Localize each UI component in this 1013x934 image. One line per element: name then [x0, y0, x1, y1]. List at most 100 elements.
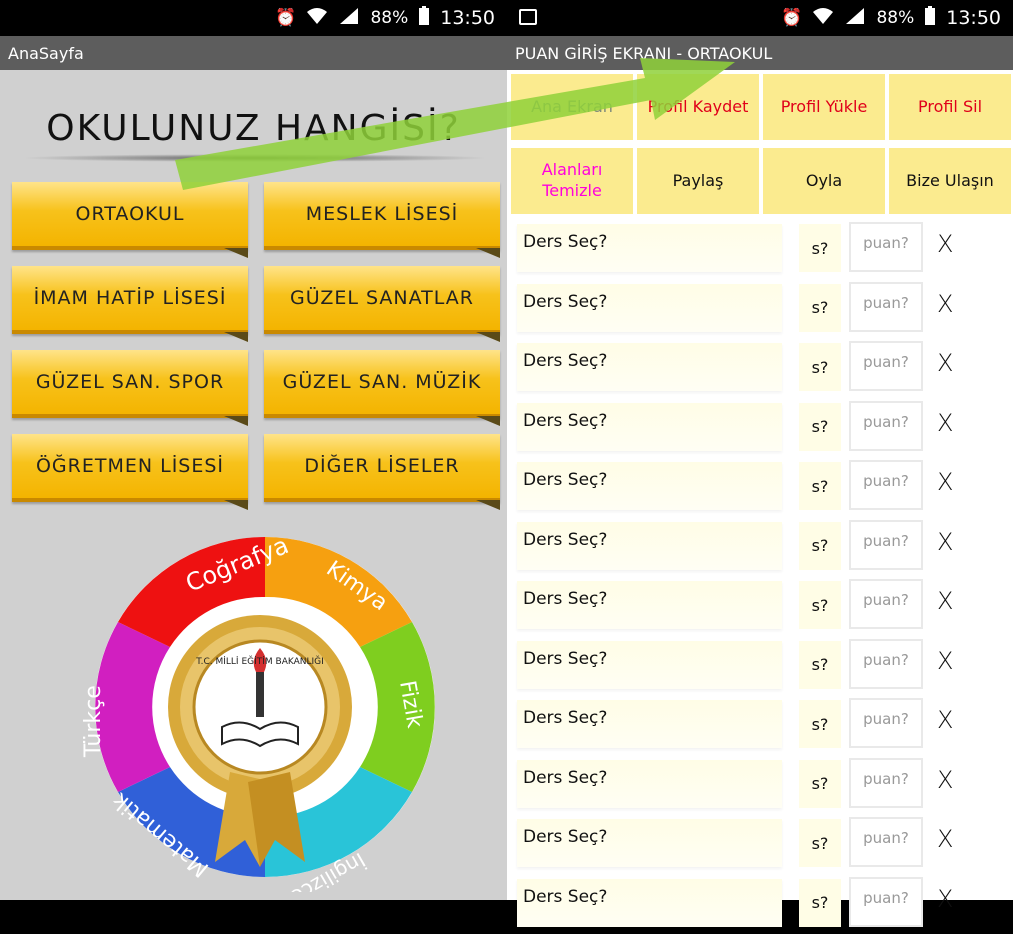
score-row: Ders Seç? s? puan? X	[507, 399, 1013, 458]
subject-select[interactable]: Ders Seç?	[517, 759, 782, 808]
score-row: Ders Seç? s? puan? X	[507, 637, 1013, 696]
score-row: Ders Seç? s? puan? X	[507, 518, 1013, 577]
save-profile-button[interactable]: Profil Kaydet	[637, 74, 759, 140]
remove-row-button[interactable]: X	[937, 230, 953, 258]
question-count-input[interactable]: s?	[799, 283, 841, 332]
clock: 13:50	[946, 7, 1001, 29]
score-input[interactable]: puan?	[849, 817, 923, 867]
remove-row-button[interactable]: X	[937, 706, 953, 734]
question-count-input[interactable]: s?	[799, 343, 841, 391]
subject-select[interactable]: Ders Seç?	[517, 224, 782, 272]
score-row: Ders Seç? s? puan? X	[507, 875, 1013, 934]
remove-row-button[interactable]: X	[937, 766, 953, 794]
score-row: Ders Seç? s? puan? X	[507, 696, 1013, 755]
question-count-input[interactable]: s?	[799, 759, 841, 808]
school-button[interactable]: MESLEK LİSESİ	[264, 182, 500, 258]
signal-icon	[844, 7, 866, 30]
score-input[interactable]: puan?	[849, 281, 923, 332]
score-input[interactable]: puan?	[849, 698, 923, 748]
score-input[interactable]: puan?	[849, 222, 923, 272]
app-title-bar: PUAN GİRİŞ EKRANI - ORTAOKUL	[507, 36, 1013, 70]
subject-select[interactable]: Ders Seç?	[517, 640, 782, 689]
load-profile-button[interactable]: Profil Yükle	[763, 74, 885, 140]
score-row: Ders Seç? s? puan? X	[507, 756, 1013, 815]
subject-select[interactable]: Ders Seç?	[517, 343, 782, 391]
app-title-bar: AnaSayfa	[0, 36, 507, 70]
subject-select[interactable]: Ders Seç?	[517, 819, 782, 867]
subject-select[interactable]: Ders Seç?	[517, 521, 782, 570]
status-bar-left: ⏰ 88% 13:50	[0, 0, 507, 36]
contact-button[interactable]: Bize Ulaşın	[889, 148, 1011, 214]
segment-label: Türkçe	[81, 685, 106, 758]
battery-icon	[418, 5, 430, 31]
question-count-input[interactable]: s?	[799, 462, 841, 510]
score-row: Ders Seç? s? puan? X	[507, 280, 1013, 339]
question-count-input[interactable]: s?	[799, 878, 841, 927]
share-button[interactable]: Paylaş	[637, 148, 759, 214]
score-input[interactable]: puan?	[849, 579, 923, 629]
remove-row-button[interactable]: X	[937, 528, 953, 556]
alarm-icon: ⏰	[781, 8, 803, 28]
clear-fields-button[interactable]: Alanları Temizle	[511, 148, 633, 214]
image-notification-icon	[519, 9, 537, 25]
score-input[interactable]: puan?	[849, 876, 923, 927]
subject-select[interactable]: Ders Seç?	[517, 402, 782, 451]
score-input[interactable]: puan?	[849, 400, 923, 451]
school-button[interactable]: GÜZEL SANATLAR	[264, 266, 500, 342]
question-count-input[interactable]: s?	[799, 819, 841, 867]
remove-row-button[interactable]: X	[937, 647, 953, 675]
alarm-icon: ⏰	[275, 8, 297, 28]
battery-percent: 88%	[876, 8, 915, 28]
subject-select[interactable]: Ders Seç?	[517, 700, 782, 748]
battery-percent: 88%	[370, 8, 409, 28]
school-button[interactable]: GÜZEL SAN. MÜZİK	[264, 350, 500, 426]
school-button[interactable]: GÜZEL SAN. SPOR	[12, 350, 248, 426]
score-input[interactable]: puan?	[849, 519, 923, 570]
menu-note-grid: Ana Ekran Profil Kaydet Profil Yükle Pro…	[507, 70, 1013, 218]
subject-select[interactable]: Ders Seç?	[517, 581, 782, 629]
remove-row-button[interactable]: X	[937, 290, 953, 318]
subject-select[interactable]: Ders Seç?	[517, 462, 782, 510]
remove-row-button[interactable]: X	[937, 468, 953, 496]
remove-row-button[interactable]: X	[937, 885, 953, 913]
school-button[interactable]: DİĞER LİSELER	[264, 434, 500, 510]
remove-row-button[interactable]: X	[937, 349, 953, 377]
subject-select[interactable]: Ders Seç?	[517, 283, 782, 332]
score-input[interactable]: puan?	[849, 638, 923, 689]
school-button-grid: ORTAOKUL MESLEK LİSESİ İMAM HATİP LİSESİ…	[12, 182, 502, 510]
home-button[interactable]: Ana Ekran	[511, 74, 633, 140]
battery-icon	[924, 5, 936, 31]
remove-row-button[interactable]: X	[937, 587, 953, 615]
score-input[interactable]: puan?	[849, 341, 923, 391]
seal-text: T.C. MİLLİ EĞİTİM BAKANLIĞI	[195, 655, 324, 667]
score-row: Ders Seç? s? puan? X	[507, 577, 1013, 636]
question-count-input[interactable]: s?	[799, 700, 841, 748]
score-entry-screen: Ana Ekran Profil Kaydet Profil Yükle Pro…	[507, 70, 1013, 927]
score-input[interactable]: puan?	[849, 757, 923, 808]
remove-row-button[interactable]: X	[937, 825, 953, 853]
subjects-emblem: Coğrafya Kimya Fizik İngilizce Matematik…	[81, 531, 435, 892]
wifi-icon	[306, 7, 328, 30]
question-count-input[interactable]: s?	[799, 521, 841, 570]
question-count-input[interactable]: s?	[799, 581, 841, 629]
score-row: Ders Seç? s? puan? X	[507, 339, 1013, 398]
delete-profile-button[interactable]: Profil Sil	[889, 74, 1011, 140]
school-selection-screen: OKULUNUZ HANGİSİ? ORTAOKUL MESLEK LİSESİ…	[0, 70, 507, 900]
page-title: PUAN GİRİŞ EKRANI - ORTAOKUL	[515, 43, 773, 63]
score-row: Ders Seç? s? puan? X	[507, 458, 1013, 517]
school-button[interactable]: ORTAOKUL	[12, 182, 248, 258]
score-input[interactable]: puan?	[849, 460, 923, 510]
school-button[interactable]: İMAM HATİP LİSESİ	[12, 266, 248, 342]
page-title: AnaSayfa	[8, 43, 84, 63]
heading-shadow	[20, 154, 490, 162]
question-count-input[interactable]: s?	[799, 224, 841, 272]
question-count-input[interactable]: s?	[799, 402, 841, 451]
score-row: Ders Seç? s? puan? X	[507, 220, 1013, 279]
school-button[interactable]: ÖĞRETMEN LİSESİ	[12, 434, 248, 510]
remove-row-button[interactable]: X	[937, 409, 953, 437]
score-row: Ders Seç? s? puan? X	[507, 815, 1013, 874]
subject-select[interactable]: Ders Seç?	[517, 878, 782, 927]
rate-button[interactable]: Oyla	[763, 148, 885, 214]
question-count-input[interactable]: s?	[799, 640, 841, 689]
clock: 13:50	[440, 7, 495, 29]
